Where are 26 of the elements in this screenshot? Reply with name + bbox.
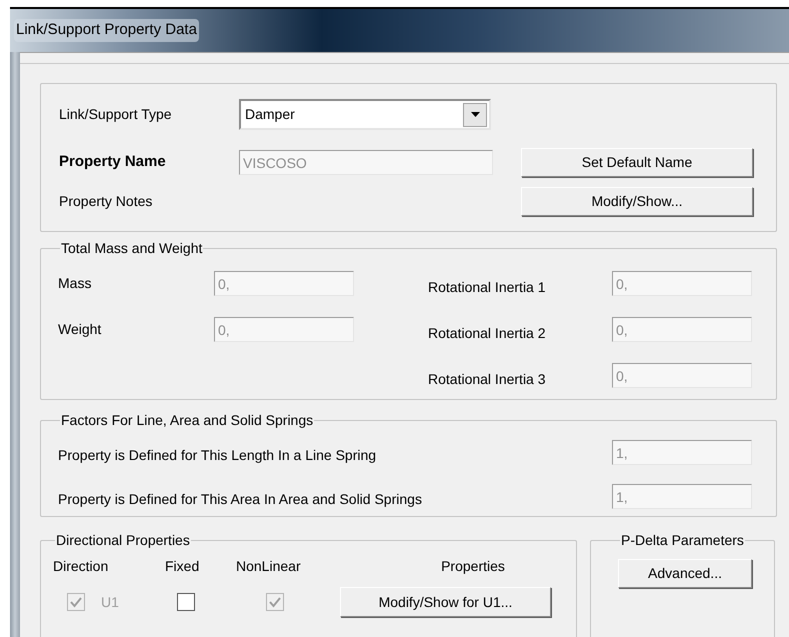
- window-title: Link/Support Property Data: [14, 19, 199, 42]
- checkbox[interactable]: [177, 593, 195, 611]
- field-label: Property Name: [59, 152, 167, 172]
- field-label: Rotational Inertia 3: [428, 370, 547, 389]
- column-header: NonLinear: [236, 556, 302, 576]
- group-title: P-Delta Parameters: [620, 531, 745, 550]
- button[interactable]: Advanced...: [618, 559, 752, 588]
- button[interactable]: Modify/Show...: [521, 187, 753, 216]
- field-label: Rotational Inertia 1: [428, 278, 547, 297]
- field-label: Link/Support Type: [59, 105, 173, 124]
- direction-label: U1: [101, 592, 119, 612]
- group-title: Factors For Line, Area and Solid Springs: [60, 411, 314, 430]
- field-label: Rotational Inertia 2: [428, 324, 547, 343]
- column-header: Properties: [440, 556, 506, 576]
- field-label: Weight: [58, 320, 102, 339]
- button[interactable]: Modify/Show for U1...: [340, 587, 551, 617]
- group-title: Directional Properties: [55, 531, 191, 550]
- field-label: Property Notes: [59, 192, 154, 211]
- field-label: Property is Defined for This Length In a Line Spring: [58, 446, 378, 465]
- field-label: Property is Defined for This Area In Area and Solid Springs: [58, 490, 423, 509]
- column-header: Fixed: [165, 556, 200, 576]
- button[interactable]: Set Default Name: [521, 148, 753, 177]
- field-label: Mass: [58, 274, 92, 293]
- type-dropdown[interactable]: Damper: [239, 99, 491, 130]
- column-header: Direction: [53, 556, 110, 576]
- group-title: Total Mass and Weight: [60, 239, 204, 258]
